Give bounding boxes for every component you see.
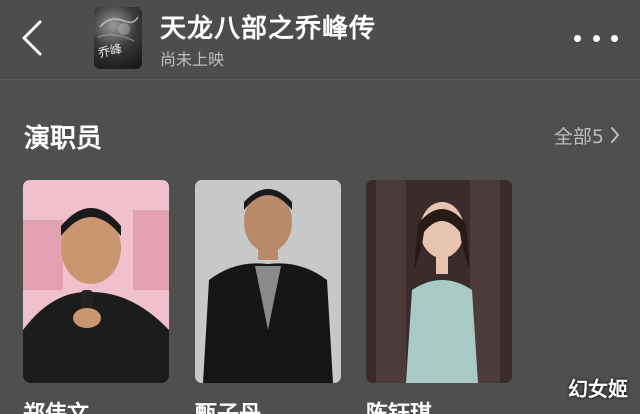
person-portrait [195, 180, 341, 383]
chevron-right-icon [611, 127, 619, 143]
watermark-text: 幻女姬 [568, 377, 628, 401]
cast-photo [366, 180, 512, 383]
cast-card[interactable]: 甄子丹 [195, 180, 341, 414]
cast-card[interactable]: 陈钰琪 [366, 180, 512, 414]
see-all-label: 全部5 [553, 125, 604, 148]
more-dot [592, 34, 600, 42]
cast-name: 陈钰琪 [366, 396, 432, 414]
person-portrait [366, 180, 512, 383]
top-bar: 乔峰 天龙八部之乔峰传 尚未上映 [0, 0, 640, 80]
chevron-left-icon [22, 20, 42, 56]
back-button[interactable] [14, 16, 50, 60]
person-portrait [23, 180, 169, 383]
cast-photo [23, 180, 169, 383]
cast-card[interactable]: 郑伟文 [23, 180, 169, 414]
cast-name: 甄子丹 [195, 396, 261, 414]
more-options-button[interactable] [574, 24, 618, 52]
release-status: 尚未上映 [160, 50, 225, 69]
movie-detail-screen: 乔峰 天龙八部之乔峰传 尚未上映 演职员 全部5 幻女姬 [0, 0, 640, 414]
see-all-cast-link[interactable]: 全部5 [554, 120, 620, 150]
cast-photo [195, 180, 341, 383]
movie-title: 天龙八部之乔峰传 [160, 14, 377, 44]
more-horizontal-icon [574, 34, 581, 42]
cast-section-title: 演职员 [24, 124, 103, 154]
more-dot [611, 34, 618, 42]
cast-name: 郑伟文 [23, 396, 89, 414]
movie-poster-thumbnail[interactable]: 乔峰 [94, 7, 142, 69]
